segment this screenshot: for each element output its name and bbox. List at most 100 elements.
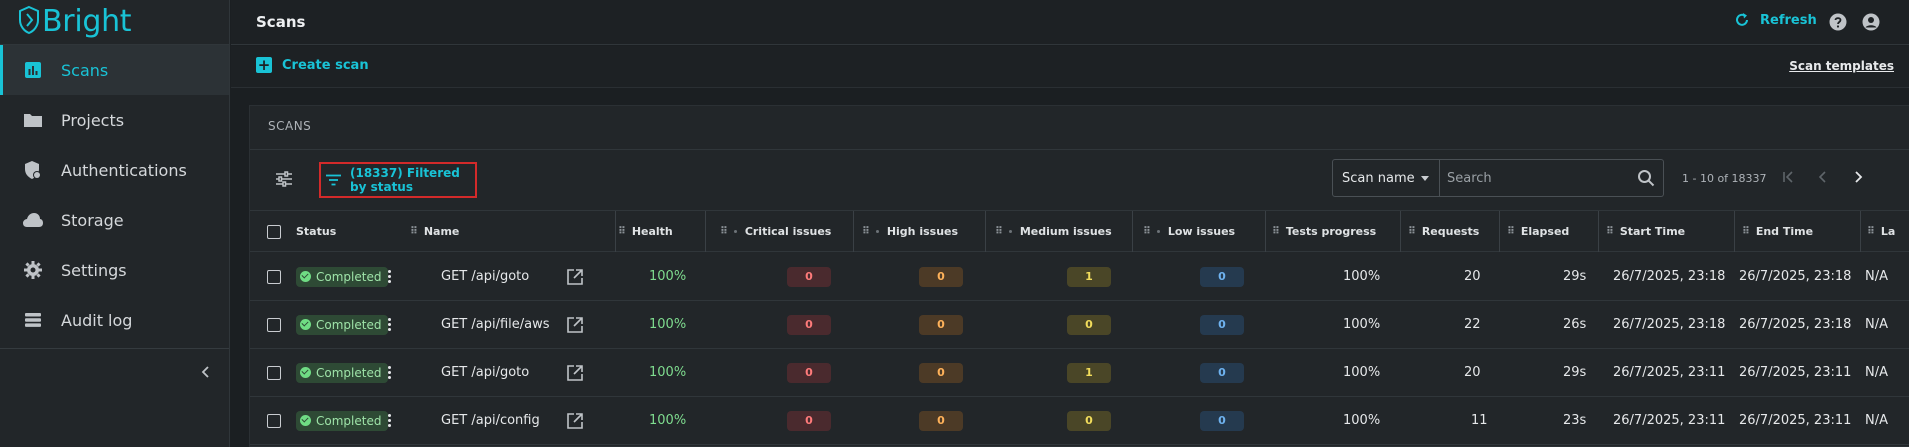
scan-name-link[interactable]: GET /api/config xyxy=(441,397,540,444)
column-settings-icon[interactable] xyxy=(274,169,294,189)
elapsed-time: 29s xyxy=(1563,365,1587,380)
bright-logo-icon xyxy=(18,5,40,39)
first-page-icon[interactable] xyxy=(1778,167,1798,187)
requests-count: 20 xyxy=(1464,269,1481,284)
row-menu-icon[interactable] xyxy=(384,349,394,396)
column-header-medium[interactable]: ⠿ Medium issues xyxy=(995,211,1112,252)
drag-handle-icon[interactable]: ⠿ xyxy=(1507,226,1515,237)
search-field-select[interactable]: Scan name xyxy=(1332,159,1440,197)
row-menu-icon[interactable] xyxy=(384,301,394,348)
action-bar: + Create scan Scan templates xyxy=(231,46,1909,88)
sidebar-item-projects[interactable]: Projects xyxy=(0,95,229,145)
column-header-critical[interactable]: ⠿ Critical issues xyxy=(720,211,831,252)
low-count: 0 xyxy=(1200,397,1244,444)
prev-page-icon[interactable] xyxy=(1813,167,1833,187)
column-header-start-time[interactable]: ⠿ Start Time xyxy=(1606,211,1685,252)
column-header-elapsed[interactable]: ⠿ Elapsed xyxy=(1507,211,1569,252)
check-circle-icon xyxy=(300,319,311,330)
sidebar-item-settings[interactable]: Settings xyxy=(0,245,229,295)
high-count: 0 xyxy=(919,397,963,444)
search-input[interactable] xyxy=(1439,160,1663,196)
column-header-last[interactable]: ⠿ La xyxy=(1867,211,1895,252)
sidebar-item-authentications[interactable]: Authentications xyxy=(0,145,229,195)
row-checkbox[interactable] xyxy=(267,349,281,396)
check-circle-icon xyxy=(300,367,311,378)
filter-label: (18337) Filtered by status xyxy=(350,166,460,194)
scan-name-link[interactable]: GET /api/file/aws xyxy=(441,301,550,348)
column-divider xyxy=(705,211,706,252)
check-circle-icon xyxy=(300,271,311,282)
table-toolbar: (18337) Filtered by status Scan name 1 -… xyxy=(250,150,1909,210)
column-header-end-time[interactable]: ⠿ End Time xyxy=(1742,211,1813,252)
cloud-icon xyxy=(22,209,44,231)
sidebar-item-label: Settings xyxy=(61,260,127,280)
help-icon[interactable] xyxy=(1828,12,1848,32)
drag-handle-icon[interactable]: ⠿ xyxy=(1867,226,1875,237)
table-row[interactable]: Completed GET /api/config 100% 0 0 0 0 1… xyxy=(250,397,1909,445)
tests-progress: 100% xyxy=(1343,269,1381,284)
column-divider xyxy=(985,211,986,252)
drag-handle-icon[interactable]: ⠿ xyxy=(1742,226,1750,237)
status-filter-button[interactable]: (18337) Filtered by status xyxy=(319,162,477,198)
last-value: N/A xyxy=(1865,269,1888,284)
drag-handle-icon[interactable]: ⠿ xyxy=(995,226,1003,237)
column-header-health[interactable]: ⠿ Health xyxy=(618,211,673,252)
low-count: 0 xyxy=(1200,253,1244,300)
column-header-high[interactable]: ⠿ High issues xyxy=(862,211,958,252)
drag-handle-icon[interactable]: ⠿ xyxy=(1272,226,1280,237)
sidebar-divider xyxy=(0,348,229,349)
drag-handle-icon[interactable]: ⠿ xyxy=(618,226,626,237)
drag-handle-icon[interactable]: ⠿ xyxy=(1143,226,1151,237)
drag-handle-icon[interactable]: ⠿ xyxy=(1408,226,1416,237)
check-circle-icon xyxy=(300,415,311,426)
sidebar-item-audit-log[interactable]: Audit log xyxy=(0,295,229,345)
select-all-checkbox[interactable] xyxy=(267,211,281,252)
table-row[interactable]: Completed GET /api/goto 100% 0 0 1 0 100… xyxy=(250,349,1909,397)
table-row[interactable]: Completed GET /api/file/aws 100% 0 0 0 0… xyxy=(250,301,1909,349)
column-header-status[interactable]: Status xyxy=(296,211,336,252)
start-time: 26/7/2025, 23:18 xyxy=(1613,269,1726,284)
drag-handle-icon[interactable]: ⠿ xyxy=(1606,226,1614,237)
create-scan-button[interactable]: + Create scan xyxy=(256,57,369,73)
scans-card: SCANS (18337) Filtered by status Scan na… xyxy=(249,105,1909,447)
refresh-button[interactable]: Refresh xyxy=(1734,12,1817,28)
open-external-icon[interactable] xyxy=(566,349,584,396)
drag-handle-icon[interactable]: ⠿ xyxy=(862,226,870,237)
row-menu-icon[interactable] xyxy=(384,397,394,444)
next-page-icon[interactable] xyxy=(1848,167,1868,187)
open-external-icon[interactable] xyxy=(566,301,584,348)
open-external-icon[interactable] xyxy=(566,253,584,300)
chevron-left-icon[interactable] xyxy=(196,362,216,382)
brand-logo[interactable]: Bright xyxy=(0,0,229,45)
drag-handle-icon[interactable]: ⠿ xyxy=(410,226,418,237)
column-header-low[interactable]: ⠿ Low issues xyxy=(1143,211,1235,252)
row-menu-icon[interactable] xyxy=(384,253,394,300)
health-value: 100% xyxy=(649,413,687,428)
chevron-down-icon xyxy=(1421,176,1429,181)
table-row[interactable]: Completed GET /api/goto 100% 0 0 1 0 100… xyxy=(250,253,1909,301)
row-checkbox[interactable] xyxy=(267,253,281,300)
start-time: 26/7/2025, 23:18 xyxy=(1613,317,1726,332)
elapsed-time: 23s xyxy=(1563,413,1587,428)
open-external-icon[interactable] xyxy=(566,397,584,444)
scan-name-link[interactable]: GET /api/goto xyxy=(441,253,529,300)
column-header-name[interactable]: ⠿ Name xyxy=(410,211,459,252)
scan-templates-link[interactable]: Scan templates xyxy=(1789,59,1894,73)
row-checkbox[interactable] xyxy=(267,397,281,444)
drag-handle-icon[interactable]: ⠿ xyxy=(720,226,728,237)
column-header-tests-progress[interactable]: ⠿ Tests progress xyxy=(1272,211,1376,252)
health-value: 100% xyxy=(649,269,687,284)
column-header-requests[interactable]: ⠿ Requests xyxy=(1408,211,1479,252)
sidebar-item-storage[interactable]: Storage xyxy=(0,195,229,245)
account-icon[interactable] xyxy=(1861,12,1881,32)
search-icon[interactable] xyxy=(1637,169,1655,187)
sidebar-item-label: Projects xyxy=(61,110,125,130)
search-box xyxy=(1439,159,1664,197)
medium-count: 1 xyxy=(1067,349,1111,396)
row-checkbox[interactable] xyxy=(267,301,281,348)
sidebar-item-scans[interactable]: Scans xyxy=(0,45,229,95)
scan-name-link[interactable]: GET /api/goto xyxy=(441,349,529,396)
medium-count: 1 xyxy=(1067,253,1111,300)
sidebar-item-label: Scans xyxy=(61,60,109,80)
critical-count: 0 xyxy=(787,349,831,396)
